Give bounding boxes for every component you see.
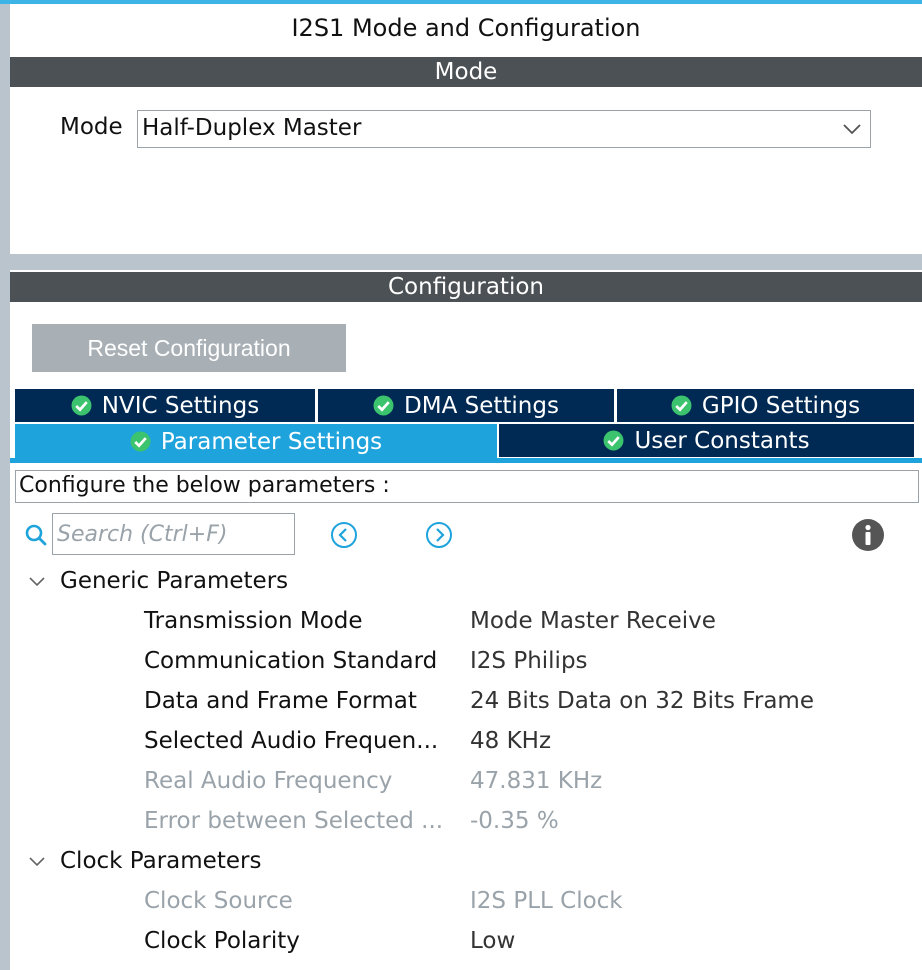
search-icon[interactable] [24, 523, 48, 547]
param-value[interactable]: Low [470, 928, 515, 954]
check-circle-icon [373, 395, 394, 416]
param-name[interactable]: Communication Standard [144, 648, 437, 674]
tab-label: DMA Settings [404, 392, 559, 419]
chevron-down-icon [843, 124, 861, 135]
reset-configuration-button[interactable]: Reset Configuration [32, 324, 346, 372]
param-name[interactable]: Transmission Mode [144, 608, 363, 634]
mode-label: Mode [60, 114, 123, 140]
info-icon[interactable] [851, 518, 885, 552]
configure-instructions: Configure the below parameters : [15, 470, 919, 503]
search-input[interactable] [52, 513, 295, 555]
group-clock-parameters[interactable]: Clock Parameters [28, 848, 261, 874]
param-value[interactable]: Mode Master Receive [470, 608, 716, 634]
param-value[interactable]: 24 Bits Data on 32 Bits Frame [470, 688, 814, 714]
group-title: Clock Parameters [60, 848, 262, 874]
check-circle-icon [603, 430, 624, 451]
param-value: 47.831 KHz [470, 768, 603, 794]
param-name[interactable]: Selected Audio Frequen... [144, 728, 438, 754]
left-rail [0, 0, 10, 970]
top-accent-bar [0, 0, 922, 4]
previous-match-icon[interactable] [330, 521, 358, 549]
param-value: -0.35 % [470, 808, 559, 834]
param-name[interactable]: Clock Polarity [144, 928, 300, 954]
param-value[interactable]: I2S Philips [470, 648, 588, 674]
section-divider [0, 254, 922, 270]
tabs-underline [10, 458, 922, 463]
next-match-icon[interactable] [425, 521, 453, 549]
check-circle-icon [71, 395, 92, 416]
group-title: Generic Parameters [60, 568, 289, 594]
check-circle-icon [671, 395, 692, 416]
tab-user-constants[interactable]: User Constants [499, 424, 914, 457]
param-value: I2S PLL Clock [470, 888, 623, 914]
tab-dma-settings[interactable]: DMA Settings [318, 389, 614, 422]
param-name[interactable]: Data and Frame Format [144, 688, 417, 714]
chevron-down-icon[interactable] [28, 575, 46, 587]
group-generic-parameters[interactable]: Generic Parameters [28, 568, 288, 594]
param-name: Real Audio Frequency [144, 768, 393, 794]
tab-gpio-settings[interactable]: GPIO Settings [617, 389, 914, 422]
mode-section-header: Mode [10, 57, 922, 87]
mode-dropdown-value: Half-Duplex Master [142, 115, 362, 141]
configuration-section-header: Configuration [10, 272, 922, 302]
tab-label: User Constants [634, 427, 810, 454]
chevron-down-icon[interactable] [28, 855, 46, 867]
page-title: I2S1 Mode and Configuration [291, 14, 641, 42]
tab-label: GPIO Settings [701, 392, 861, 419]
tab-parameter-settings[interactable]: Parameter Settings [15, 424, 497, 459]
param-value[interactable]: 48 KHz [470, 728, 551, 754]
check-circle-icon [130, 431, 151, 452]
tab-nvic-settings[interactable]: NVIC Settings [15, 389, 315, 422]
param-name: Clock Source [144, 888, 293, 914]
mode-dropdown[interactable]: Half-Duplex Master [137, 110, 871, 148]
tab-label: Parameter Settings [160, 428, 383, 455]
tab-label: NVIC Settings [101, 392, 260, 419]
param-name: Error between Selected ... [144, 808, 444, 834]
